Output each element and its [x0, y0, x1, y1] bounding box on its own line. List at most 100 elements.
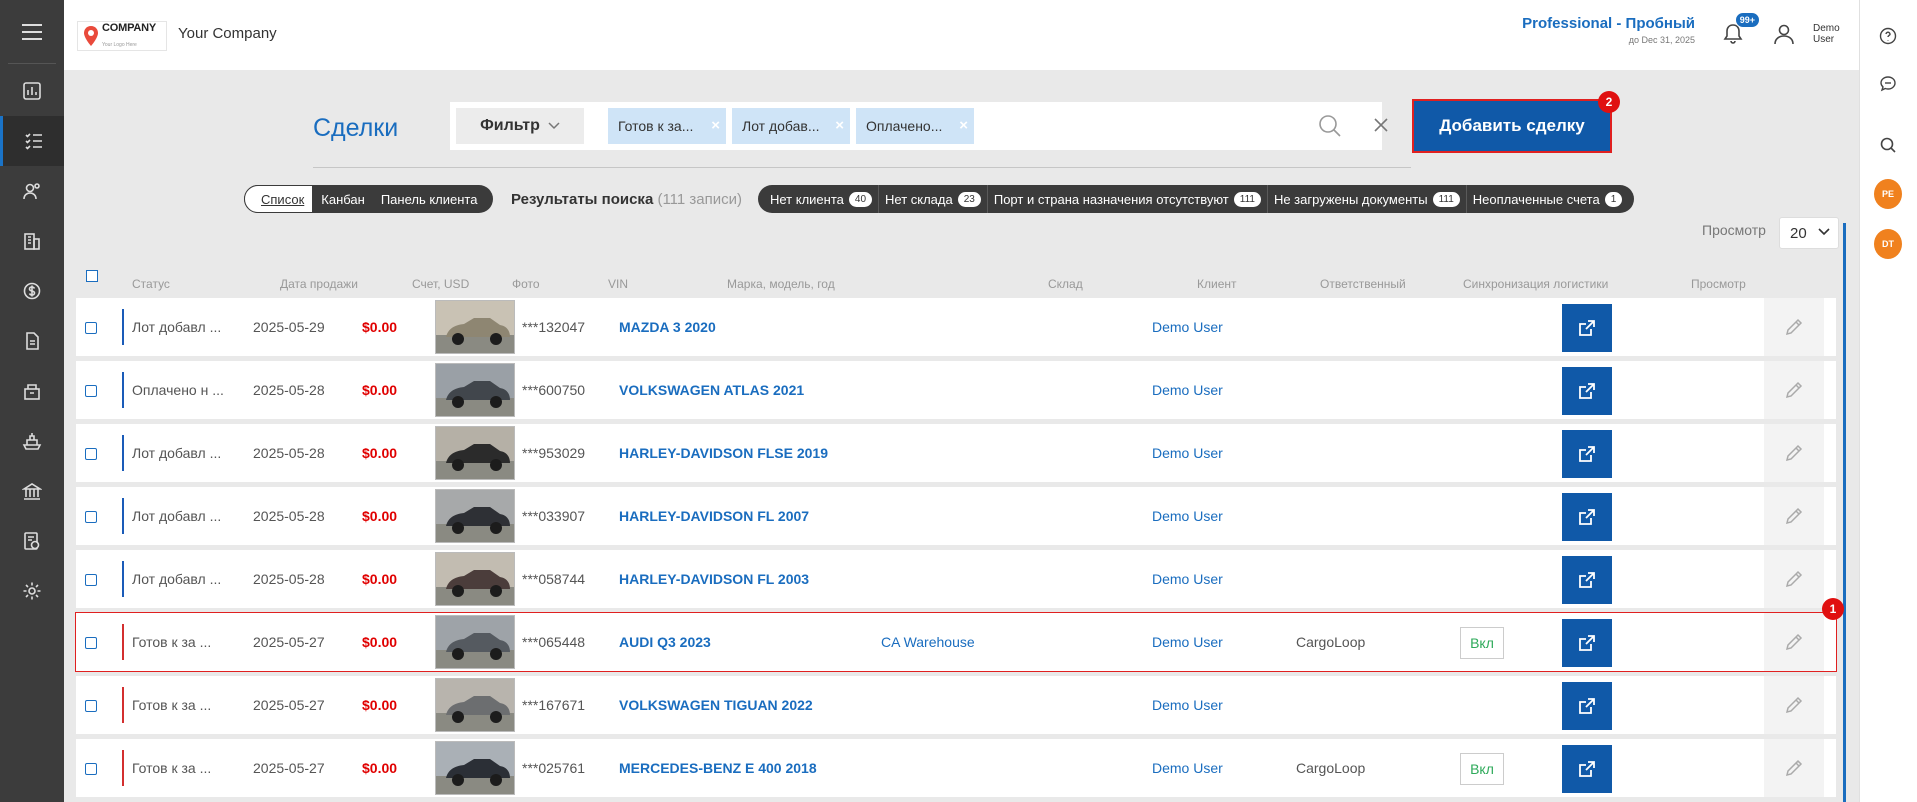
- user-avatar-icon[interactable]: [1771, 21, 1797, 47]
- shipping-icon[interactable]: [0, 416, 64, 466]
- edit-deal-button[interactable]: [1764, 361, 1824, 419]
- view-kanban-option[interactable]: Канбан: [313, 185, 373, 213]
- edit-deal-button[interactable]: [1764, 613, 1824, 671]
- row-model-link[interactable]: HARLEY-DAVIDSON FL 2003: [619, 571, 809, 587]
- table-row[interactable]: Лот добавл ... 2025-05-28 $0.00 ***033907 HA…: [76, 487, 1836, 545]
- filter-chip-ready[interactable]: Готов к за... ×: [608, 108, 726, 144]
- row-responsible-link[interactable]: Demo User: [1152, 382, 1223, 398]
- row-model-link[interactable]: MERCEDES-BENZ E 400 2018: [619, 760, 817, 776]
- filter-button[interactable]: Фильтр: [456, 108, 584, 144]
- documents-icon[interactable]: [0, 316, 64, 366]
- row-responsible-link[interactable]: Demo User: [1152, 760, 1223, 776]
- table-row[interactable]: Готов к за ... 2025-05-27 $0.00 ***167671 VO…: [76, 676, 1836, 734]
- col-responsible[interactable]: Ответственный: [1320, 277, 1406, 291]
- col-client[interactable]: Клиент: [1197, 277, 1237, 291]
- vehicle-photo[interactable]: [435, 489, 515, 543]
- table-row[interactable]: Лот добавл ... 2025-05-29 $0.00 ***132047 MA…: [76, 298, 1836, 356]
- bank-icon[interactable]: [0, 466, 64, 516]
- col-status[interactable]: Статус: [132, 277, 170, 291]
- open-deal-button[interactable]: [1562, 556, 1612, 604]
- edit-deal-button[interactable]: [1764, 739, 1824, 797]
- vehicle-photo[interactable]: [435, 678, 515, 732]
- table-row[interactable]: Готов к за ... 2025-05-27 $0.00 ***065448 AU…: [75, 612, 1837, 672]
- scrollbar[interactable]: [1843, 223, 1846, 802]
- row-responsible-link[interactable]: Demo User: [1152, 571, 1223, 587]
- table-row[interactable]: Оплачено н ... 2025-05-28 $0.00 ***600750 VO…: [76, 361, 1836, 419]
- vehicle-photo[interactable]: [435, 552, 515, 606]
- filter-chip-paid[interactable]: Оплачено... ×: [856, 108, 974, 144]
- col-warehouse[interactable]: Склад: [1048, 277, 1083, 291]
- table-row[interactable]: Лот добавл ... 2025-05-28 $0.00 ***058744 HA…: [76, 550, 1836, 608]
- chat-icon[interactable]: [1874, 70, 1902, 98]
- open-deal-button[interactable]: [1562, 745, 1612, 793]
- vehicle-photo[interactable]: [435, 363, 515, 417]
- help-icon[interactable]: [1874, 22, 1902, 50]
- dashboard-icon[interactable]: [0, 66, 64, 116]
- quick-filter-no-warehouse[interactable]: Нет склада 23: [879, 185, 988, 213]
- col-date[interactable]: Дата продажи: [280, 277, 358, 291]
- chip-remove-icon[interactable]: ×: [835, 117, 844, 134]
- deals-icon[interactable]: [0, 116, 64, 166]
- edit-deal-button[interactable]: [1764, 487, 1824, 545]
- chip-remove-icon[interactable]: ×: [959, 117, 968, 134]
- row-checkbox[interactable]: [85, 763, 97, 775]
- open-deal-button[interactable]: [1562, 367, 1612, 415]
- row-model-link[interactable]: AUDI Q3 2023: [619, 634, 711, 650]
- open-deal-button[interactable]: [1562, 493, 1612, 541]
- edit-deal-button[interactable]: [1764, 298, 1824, 356]
- invoice-icon[interactable]: [0, 516, 64, 566]
- search-icon[interactable]: [1874, 131, 1902, 159]
- search-bar[interactable]: Фильтр Готов к за... × Лот добав... × Оп…: [450, 102, 1388, 150]
- edit-deal-button[interactable]: [1764, 676, 1824, 734]
- clear-icon[interactable]: [1370, 114, 1392, 136]
- quick-filter-unpaid[interactable]: Неоплаченные счета 1: [1467, 185, 1629, 213]
- open-deal-button[interactable]: [1562, 682, 1612, 730]
- row-checkbox[interactable]: [85, 511, 97, 523]
- chip-remove-icon[interactable]: ×: [711, 117, 720, 134]
- col-sync[interactable]: Синхронизация логистики: [1463, 277, 1608, 291]
- col-amount[interactable]: Счет, USD: [412, 277, 469, 291]
- user-name[interactable]: Demo User: [1813, 23, 1843, 45]
- row-responsible-link[interactable]: Demo User: [1152, 508, 1223, 524]
- row-responsible-link[interactable]: Demo User: [1152, 697, 1223, 713]
- quick-filter-no-client[interactable]: Нет клиента 40: [764, 185, 880, 213]
- add-deal-button[interactable]: Добавить сделку: [1412, 99, 1612, 153]
- sync-on-button[interactable]: Вкл: [1460, 753, 1504, 785]
- row-model-link[interactable]: HARLEY-DAVIDSON FL 2007: [619, 508, 809, 524]
- view-toggle[interactable]: Список Канбан Панель клиента: [244, 185, 494, 213]
- row-checkbox[interactable]: [85, 448, 97, 460]
- col-vin[interactable]: VIN: [608, 277, 628, 291]
- user-badge-pe[interactable]: PE: [1874, 179, 1902, 209]
- table-row[interactable]: Лот добавл ... 2025-05-28 $0.00 ***953029 HA…: [76, 424, 1836, 482]
- row-warehouse-link[interactable]: CA Warehouse: [881, 634, 975, 650]
- edit-deal-button[interactable]: [1764, 424, 1824, 482]
- row-checkbox[interactable]: [85, 700, 97, 712]
- open-deal-button[interactable]: [1562, 430, 1612, 478]
- vehicle-photo[interactable]: [435, 426, 515, 480]
- row-checkbox[interactable]: [85, 385, 97, 397]
- col-model[interactable]: Марка, модель, год: [727, 277, 835, 291]
- quick-filter-no-port[interactable]: Порт и страна назначения отсутствуют 111: [988, 185, 1268, 213]
- row-responsible-link[interactable]: Demo User: [1152, 319, 1223, 335]
- plan-info[interactable]: Professional - Пробный до Dec 31, 2025: [1522, 15, 1695, 45]
- clients-icon[interactable]: [0, 166, 64, 216]
- row-model-link[interactable]: MAZDA 3 2020: [619, 319, 716, 335]
- warehouse-icon[interactable]: [0, 366, 64, 416]
- page-size-select[interactable]: 20: [1779, 217, 1839, 249]
- company-icon[interactable]: [0, 216, 64, 266]
- vehicle-photo[interactable]: [435, 741, 515, 795]
- company-logo[interactable]: COMPANY Your Logo Here: [77, 21, 167, 51]
- row-model-link[interactable]: VOLKSWAGEN TIGUAN 2022: [619, 697, 813, 713]
- filter-chip-lot[interactable]: Лот добав... ×: [732, 108, 850, 144]
- quick-filter-no-docs[interactable]: Не загружены документы 111: [1268, 185, 1467, 213]
- view-list-option[interactable]: Список: [244, 185, 314, 213]
- row-checkbox[interactable]: [85, 637, 97, 649]
- sync-on-button[interactable]: Вкл: [1460, 627, 1504, 659]
- table-row[interactable]: Готов к за ... 2025-05-27 $0.00 ***025761 ME…: [76, 739, 1836, 797]
- row-responsible-link[interactable]: Demo User: [1152, 634, 1223, 650]
- open-deal-button[interactable]: [1562, 304, 1612, 352]
- user-badge-dt[interactable]: DT: [1874, 229, 1902, 259]
- open-deal-button[interactable]: [1562, 619, 1612, 667]
- menu-icon[interactable]: [8, 0, 56, 64]
- edit-deal-button[interactable]: [1764, 550, 1824, 608]
